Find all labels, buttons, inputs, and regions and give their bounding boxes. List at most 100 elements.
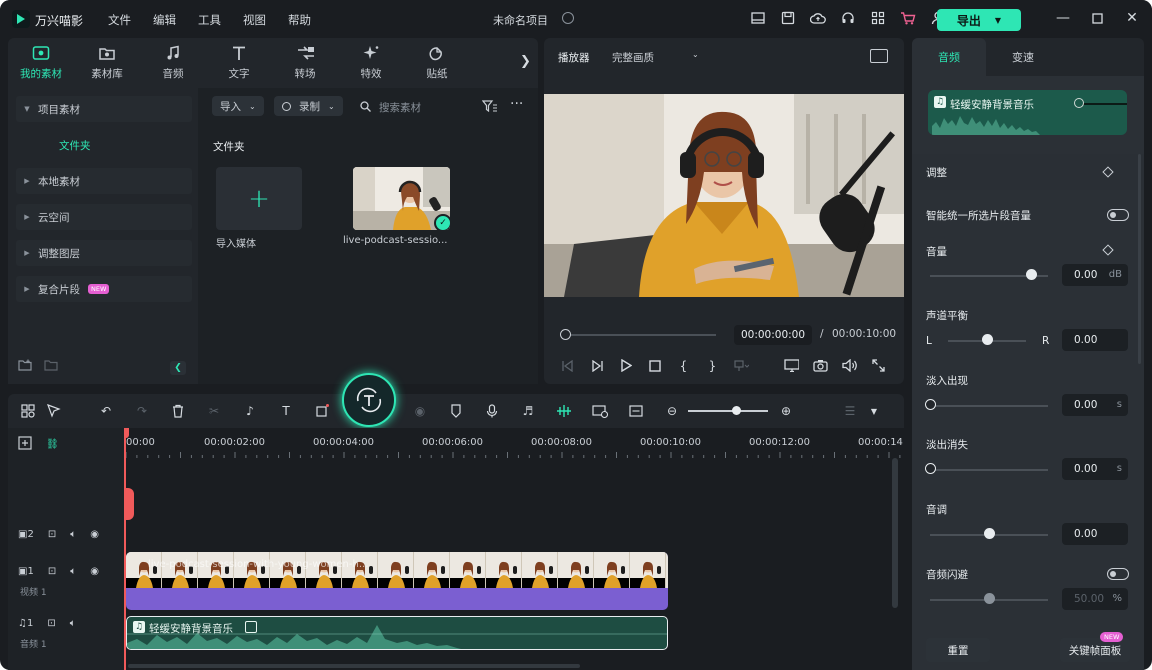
tree-project-media[interactable]: ▼ 项目素材 xyxy=(16,96,192,122)
tab-audio-props[interactable]: 音频 xyxy=(912,38,986,76)
new-folder-icon[interactable] xyxy=(18,359,32,374)
mute-icon[interactable]: 🔈︎ xyxy=(70,566,76,577)
import-media-tile[interactable]: + xyxy=(216,167,302,230)
undo-icon[interactable]: ↶ xyxy=(98,403,114,419)
tab-audio[interactable]: 音频 xyxy=(140,38,206,88)
zoom-in-icon[interactable]: ⊕ xyxy=(778,403,794,419)
import-dropdown[interactable]: 导入 ⌄ xyxy=(212,96,264,116)
fade-in-slider-handle[interactable] xyxy=(925,399,936,410)
ducking-toggle[interactable] xyxy=(1107,568,1129,580)
audio-beat-icon[interactable]: ♪ xyxy=(242,403,258,419)
tree-adjust-layer[interactable]: ▶ 调整图层 xyxy=(16,240,192,266)
delete-icon[interactable] xyxy=(170,403,186,419)
redo-icon[interactable]: ↷ xyxy=(134,403,150,419)
export-button[interactable]: 导出 ▼ xyxy=(937,9,1021,31)
folder-icon[interactable] xyxy=(44,359,58,374)
collapse-tree-icon[interactable]: ❮ xyxy=(170,361,186,375)
tab-speed[interactable]: 变速 xyxy=(986,38,1060,76)
filter-icon[interactable] xyxy=(481,100,498,115)
add-track-icon[interactable] xyxy=(18,436,32,453)
menu-help[interactable]: 帮助 xyxy=(288,12,311,28)
timeline-area[interactable]: 00:00 00:00:02:00 00:00:04:00 00:00:06:0… xyxy=(124,428,904,670)
fade-out-slider-handle[interactable] xyxy=(925,463,936,474)
scissors-icon[interactable]: ✂ xyxy=(206,403,222,419)
fade-out-value[interactable]: 0.00 s xyxy=(1062,458,1128,480)
zoom-slider-handle[interactable] xyxy=(732,406,741,415)
more-icon[interactable]: ··· xyxy=(510,96,523,112)
search-box[interactable]: 搜索素材 xyxy=(360,100,421,115)
ducking-slider-handle[interactable] xyxy=(984,593,995,604)
tab-my-media[interactable]: 我的素材 xyxy=(8,38,74,88)
tab-text[interactable]: 文字 xyxy=(206,38,272,88)
zoom-out-icon[interactable]: ⊖ xyxy=(664,403,680,419)
menu-view[interactable]: 视图 xyxy=(243,12,266,28)
balance-value[interactable]: 0.00 xyxy=(1062,329,1128,351)
record-dropdown[interactable]: 录制 ⌄ xyxy=(274,96,343,116)
mark-out-icon[interactable]: } xyxy=(705,358,720,373)
tab-library[interactable]: 素材库 xyxy=(74,38,140,88)
audio-mix-icon[interactable]: ♬ xyxy=(520,403,536,419)
eye-icon[interactable]: ◉ xyxy=(90,566,99,577)
video-clip[interactable]: live-podcast-session-with-young-women-h.… xyxy=(126,552,668,610)
reset-button[interactable]: 重置 xyxy=(926,638,990,662)
tree-compound[interactable]: ▶ 复合片段 NEW xyxy=(16,276,192,302)
timeline-horizontal-scrollbar[interactable] xyxy=(128,664,580,668)
media-clip-thumbnail[interactable]: ✓ xyxy=(353,167,450,230)
tabs-next-icon[interactable]: ❯ xyxy=(520,54,531,69)
track-menu-icon[interactable]: ☰ xyxy=(842,403,858,419)
timeline-vertical-scrollbar[interactable] xyxy=(892,458,898,608)
balance-slider-handle[interactable] xyxy=(982,334,993,345)
ai-text-button[interactable] xyxy=(342,373,396,427)
cloud-upload-icon[interactable] xyxy=(810,10,826,26)
auto-normalize-toggle[interactable] xyxy=(1107,209,1129,221)
select-tool-icon[interactable] xyxy=(46,403,62,419)
audio-clip-card[interactable]: ♫ 轻缓安静背景音乐 xyxy=(928,90,1127,135)
scope-icon[interactable] xyxy=(870,49,888,63)
insert-icon[interactable] xyxy=(734,358,749,373)
text-add-icon[interactable]: T xyxy=(278,403,294,419)
save-icon[interactable] xyxy=(780,10,796,26)
fade-out-slider[interactable] xyxy=(930,469,1048,471)
tab-effects[interactable]: 特效 xyxy=(338,38,404,88)
volume-icon[interactable] xyxy=(842,358,857,373)
headset-icon[interactable] xyxy=(840,10,856,26)
render-icon[interactable]: ◉ xyxy=(412,403,428,419)
quality-dropdown[interactable]: 完整画质 ⌄ xyxy=(612,50,699,65)
cart-icon[interactable] xyxy=(900,10,916,26)
display-icon[interactable] xyxy=(784,358,799,373)
mark-in-icon[interactable]: { xyxy=(676,358,691,373)
chevron-down-icon[interactable]: ▼ xyxy=(995,16,1001,25)
mute-icon[interactable]: 🔈︎ xyxy=(70,529,76,540)
playback-scrub-handle[interactable] xyxy=(560,329,571,340)
menu-edit[interactable]: 编辑 xyxy=(153,12,176,28)
properties-scrollbar[interactable] xyxy=(1138,154,1141,364)
playback-scrub-track[interactable] xyxy=(566,334,716,336)
marker-icon[interactable] xyxy=(448,403,464,419)
lock-icon[interactable]: ⊡ xyxy=(47,618,55,629)
eye-icon[interactable]: ◉ xyxy=(90,529,99,540)
chevron-down-icon[interactable]: ▼ xyxy=(866,403,882,419)
tree-folder[interactable]: 文件夹 xyxy=(59,138,91,153)
grid-apps-icon[interactable] xyxy=(870,10,886,26)
snap-magnet-icon[interactable] xyxy=(556,403,572,419)
tree-local-media[interactable]: ▶ 本地素材 xyxy=(16,168,192,194)
maximize-icon[interactable] xyxy=(1089,10,1105,26)
fullscreen-icon[interactable] xyxy=(871,358,886,373)
fade-in-value[interactable]: 0.00 s xyxy=(1062,394,1128,416)
pitch-slider-handle[interactable] xyxy=(984,528,995,539)
stop-icon[interactable] xyxy=(647,358,662,373)
next-frame-icon[interactable] xyxy=(589,358,604,373)
playhead-knob[interactable] xyxy=(124,488,134,520)
playhead[interactable] xyxy=(124,428,134,670)
minimize-icon[interactable]: — xyxy=(1055,10,1071,26)
link-icon[interactable]: ⛓ xyxy=(46,439,59,450)
snapshot-icon[interactable] xyxy=(813,358,828,373)
project-title[interactable]: 未命名项目 xyxy=(493,12,548,28)
menu-tools[interactable]: 工具 xyxy=(198,12,221,28)
tab-transitions[interactable]: 转场 xyxy=(272,38,338,88)
lock-icon[interactable]: ⊡ xyxy=(48,529,56,540)
preview-render-icon[interactable] xyxy=(592,403,608,419)
lock-icon[interactable]: ⊡ xyxy=(48,566,56,577)
zoom-slider[interactable] xyxy=(688,410,768,412)
mute-icon[interactable]: 🔈︎ xyxy=(70,618,76,629)
